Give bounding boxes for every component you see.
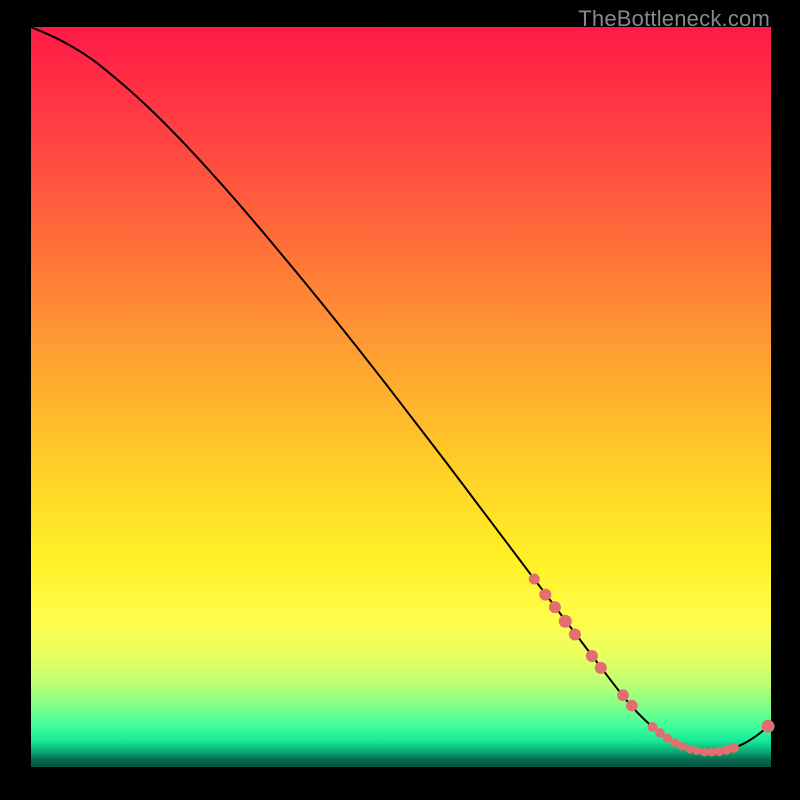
highlight-point <box>569 629 581 641</box>
highlight-point <box>549 601 561 613</box>
highlight-point <box>626 700 638 712</box>
highlight-point <box>595 662 607 674</box>
highlight-points-group <box>529 574 775 757</box>
bottleneck-curve <box>31 27 771 752</box>
highlight-point <box>529 574 540 585</box>
chart-stage: { "watermark": "TheBottleneck.com", "plo… <box>0 0 800 800</box>
watermark-text: TheBottleneck.com <box>578 6 770 32</box>
highlight-point <box>678 742 687 751</box>
highlight-point <box>617 689 629 701</box>
chart-overlay-svg <box>31 27 771 767</box>
highlight-point <box>586 650 598 662</box>
highlight-point <box>729 743 739 753</box>
highlight-point <box>685 745 693 753</box>
highlight-point <box>762 720 775 733</box>
highlight-point <box>693 747 701 755</box>
highlight-point <box>539 589 551 601</box>
highlight-point <box>559 615 572 628</box>
highlight-point <box>700 748 708 756</box>
